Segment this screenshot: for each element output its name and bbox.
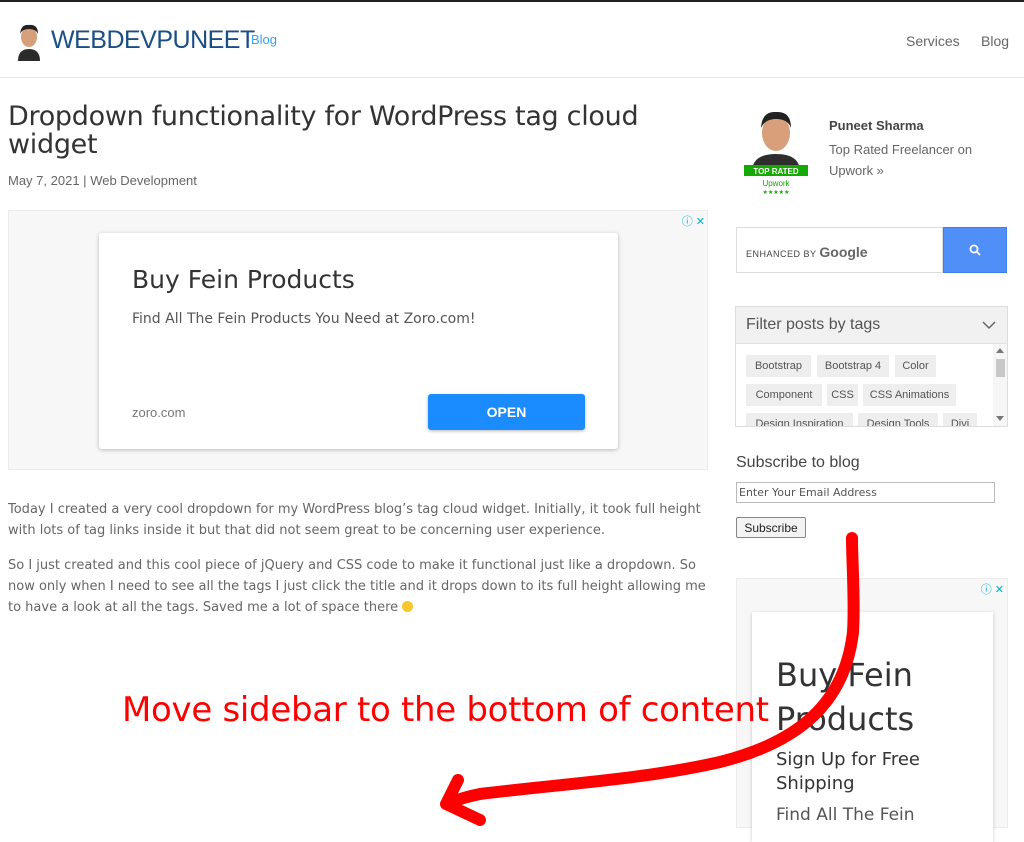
profile-upwork-link[interactable]: Top Rated Freelancer on Upwork » — [829, 139, 1004, 181]
sidebar-ad-description: Find All The Fein — [776, 805, 915, 825]
logo-avatar-icon[interactable] — [14, 21, 44, 61]
profile-name: Puneet Sharma — [829, 118, 924, 133]
tag-link[interactable]: CSS — [827, 384, 858, 406]
tag-cloud-dropdown-toggle[interactable]: Filter posts by tags — [736, 307, 1007, 344]
post-paragraph: So I just created and this cool piece of… — [8, 555, 708, 618]
ad-card[interactable]: Buy Fein Products Find All The Fein Prod… — [99, 233, 618, 449]
search-button[interactable] — [943, 227, 1007, 273]
scroll-down-arrow-icon[interactable] — [996, 416, 1004, 421]
nav-blog[interactable]: Blog — [981, 33, 1009, 49]
sidebar-ad-subline: Sign Up for Free Shipping — [776, 749, 920, 794]
search-label-brand: Google — [819, 244, 868, 260]
tag-link[interactable]: Bootstrap 4 — [817, 355, 889, 377]
email-field[interactable] — [736, 482, 995, 503]
post-category-link[interactable]: Web Development — [90, 173, 197, 188]
meta-separator: | — [83, 173, 87, 188]
sidebar-ad-card[interactable]: Buy Fein Products Sign Up for Free Shipp… — [752, 612, 993, 842]
badge-top-rated: TOP RATED — [753, 167, 799, 176]
annotation-text: Move sidebar to the bottom of content — [122, 690, 769, 730]
scroll-thumb[interactable] — [996, 359, 1005, 377]
smiley-emoji-icon — [402, 601, 414, 612]
tag-cloud-list: Bootstrap Bootstrap 4 Color Component CS… — [736, 344, 992, 426]
ad-choices-icon[interactable]: ⓘ ✕ — [981, 581, 1004, 597]
tag-link[interactable]: Component — [746, 384, 822, 406]
tag-cloud-widget: Filter posts by tags Bootstrap Bootstrap… — [735, 306, 1008, 427]
search-branding: ENHANCED BY Google — [746, 244, 868, 260]
ad-banner[interactable]: ⓘ ✕ Buy Fein Products Find All The Fein … — [8, 210, 708, 470]
tag-cloud-title: Filter posts by tags — [746, 316, 881, 333]
tag-link[interactable]: Design Inspiration — [746, 413, 853, 426]
search-input[interactable]: ENHANCED BY Google — [736, 227, 943, 273]
subscribe-button[interactable]: Subscribe — [736, 517, 806, 538]
logo-blog-label[interactable]: Blog — [251, 32, 277, 47]
chevron-down-icon — [982, 321, 996, 330]
post-meta: May 7, 2021 | Web Development — [8, 173, 197, 188]
search-icon — [969, 244, 981, 256]
scroll-up-arrow-icon[interactable] — [996, 348, 1004, 353]
post-paragraph: Today I created a very cool dropdown for… — [8, 502, 701, 538]
nav-services[interactable]: Services — [906, 33, 960, 49]
tag-cloud-scrollbar[interactable] — [993, 344, 1007, 426]
sidebar-ad-headline[interactable]: Buy Fein Products — [776, 653, 976, 741]
post-date: May 7, 2021 — [8, 173, 80, 188]
badge-upwork: Upwork — [762, 179, 790, 188]
tag-link[interactable]: Color — [895, 355, 936, 377]
site-logo[interactable]: WEBDEVPUNEET — [51, 26, 255, 55]
ad-domain: zoro.com — [132, 405, 186, 420]
tag-link[interactable]: Design Tools — [858, 413, 938, 426]
svg-text:★★★★★: ★★★★★ — [763, 189, 790, 196]
ad-headline[interactable]: Buy Fein Products — [132, 265, 355, 294]
profile-avatar-icon[interactable]: TOP RATED Upwork ★★★★★ — [744, 106, 808, 196]
ad-open-button[interactable]: OPEN — [428, 394, 585, 430]
subscribe-title: Subscribe to blog — [736, 454, 860, 471]
tag-link[interactable]: CSS Animations — [863, 384, 956, 406]
ad-choices-icon[interactable]: ⓘ ✕ — [682, 213, 705, 229]
tag-link[interactable]: Bootstrap — [746, 355, 811, 377]
tag-link[interactable]: Divi — [943, 413, 977, 426]
site-header: WEBDEVPUNEET Blog Services Blog — [0, 2, 1024, 78]
sidebar-ad[interactable]: ⓘ ✕ Buy Fein Products Sign Up for Free S… — [736, 578, 1008, 842]
post-title: Dropdown functionality for WordPress tag… — [8, 101, 639, 160]
search-label-prefix: ENHANCED BY — [746, 249, 817, 259]
ad-description: Find All The Fein Products You Need at Z… — [132, 311, 476, 327]
post-paragraph-text: So I just created and this cool piece of… — [8, 558, 706, 615]
